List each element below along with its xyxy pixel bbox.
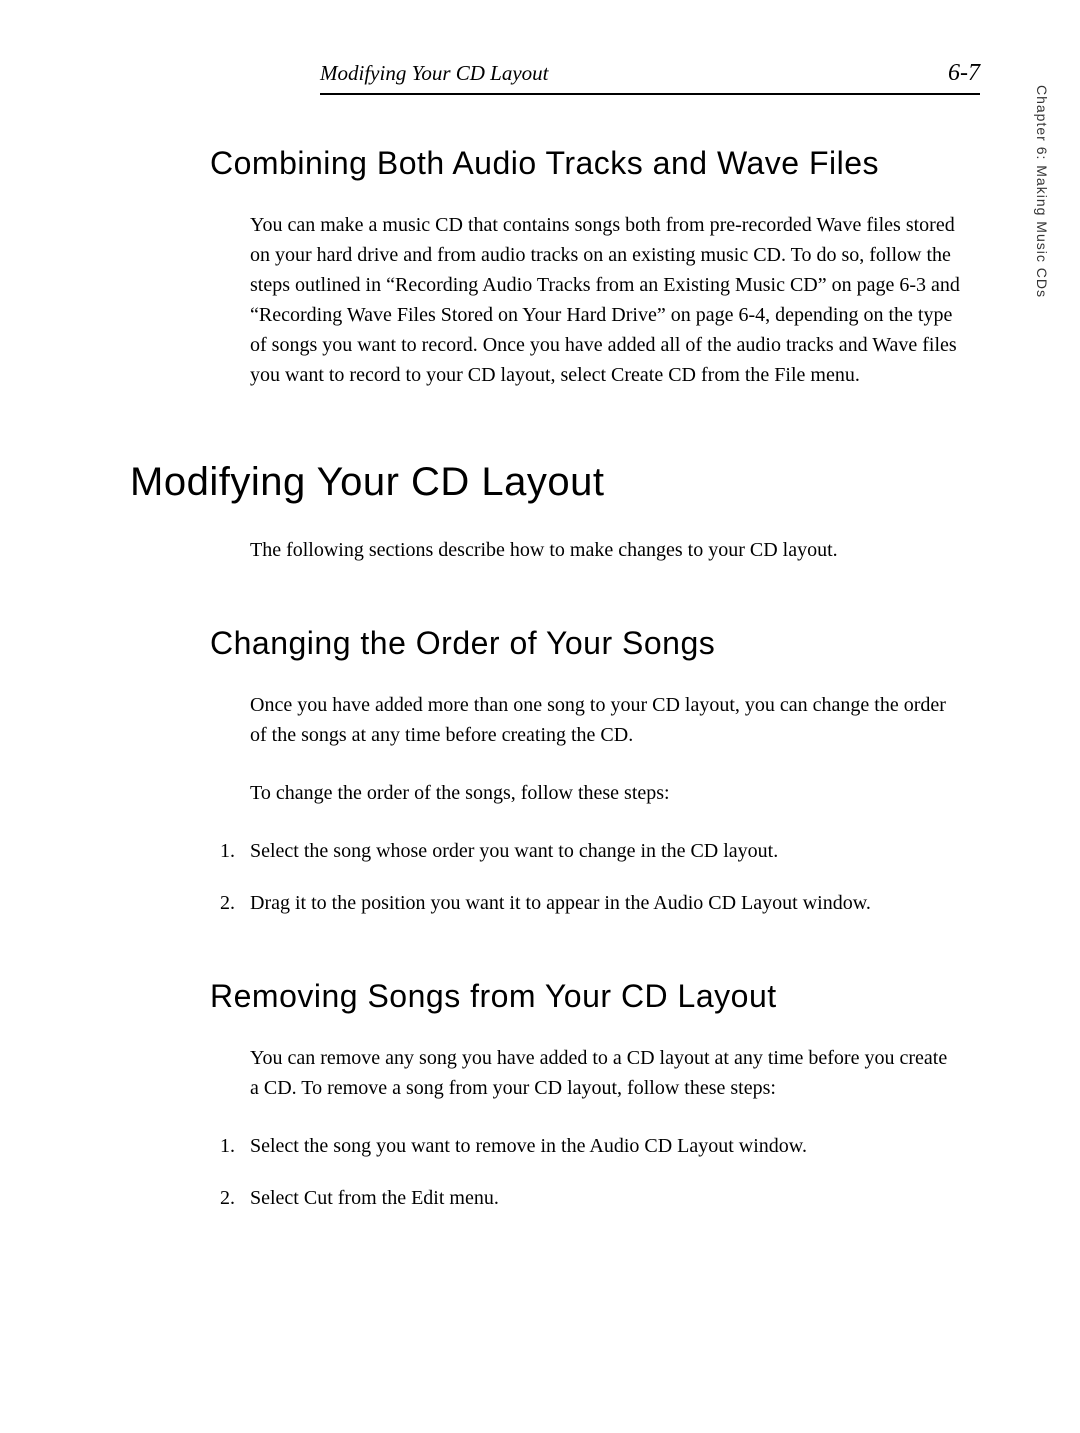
list-content: Select the song you want to remove in th… bbox=[250, 1131, 960, 1161]
list-content: Select the song whose order you want to … bbox=[250, 836, 960, 866]
section3-body: You can remove any song you have added t… bbox=[250, 1043, 960, 1103]
page-header: Modifying Your CD Layout 6-7 bbox=[320, 60, 980, 95]
list-content: Drag it to the position you want it to a… bbox=[250, 888, 960, 918]
section3-step-2: 2. Select Cut from the Edit menu. bbox=[220, 1183, 960, 1213]
section2-step-2: 2. Drag it to the position you want it t… bbox=[220, 888, 960, 918]
list-number: 2. bbox=[220, 888, 250, 918]
main-intro: The following sections describe how to m… bbox=[250, 535, 960, 565]
section2-body1: Once you have added more than one song t… bbox=[250, 690, 960, 750]
list-number: 1. bbox=[220, 836, 250, 866]
section-heading-combining: Combining Both Audio Tracks and Wave Fil… bbox=[210, 145, 980, 182]
section-heading-removing-songs: Removing Songs from Your CD Layout bbox=[210, 978, 980, 1015]
main-heading: Modifying Your CD Layout bbox=[130, 460, 980, 505]
side-chapter-label: Chapter 6: Making Music CDs bbox=[1034, 85, 1050, 298]
header-title: Modifying Your CD Layout bbox=[320, 61, 549, 86]
list-number: 2. bbox=[220, 1183, 250, 1213]
section-heading-changing-order: Changing the Order of Your Songs bbox=[210, 625, 980, 662]
section2-body2: To change the order of the songs, follow… bbox=[250, 778, 960, 808]
list-content: Select Cut from the Edit menu. bbox=[250, 1183, 960, 1213]
list-number: 1. bbox=[220, 1131, 250, 1161]
section1-body: You can make a music CD that contains so… bbox=[250, 210, 960, 390]
section2-step-1: 1. Select the song whose order you want … bbox=[220, 836, 960, 866]
page-number: 6-7 bbox=[948, 60, 980, 87]
section3-step-1: 1. Select the song you want to remove in… bbox=[220, 1131, 960, 1161]
